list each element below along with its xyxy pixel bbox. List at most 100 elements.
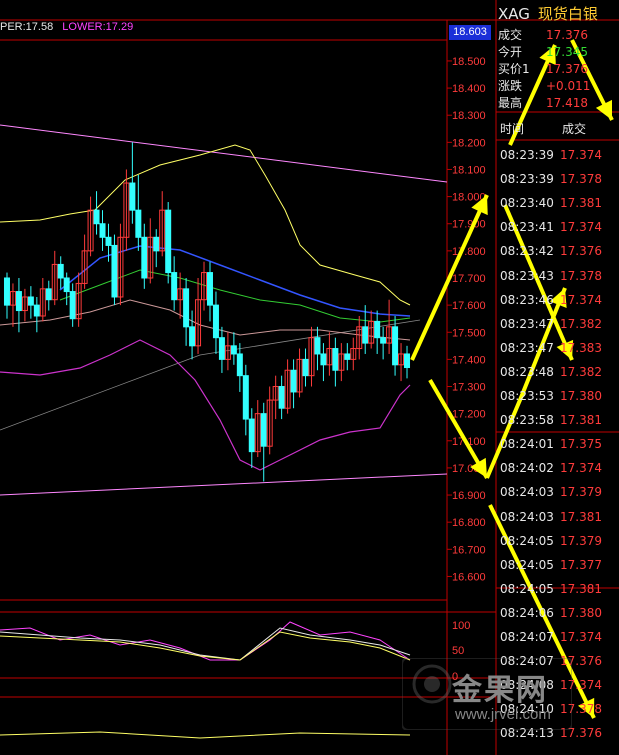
candle-body [111, 244, 118, 298]
tick-row: 08:23:53 17.380 [500, 389, 602, 403]
candle-body [45, 288, 52, 301]
y-tick-label: 17.500 [452, 327, 486, 339]
tick-price: 17.378 [560, 172, 602, 187]
tick-price: 17.376 [560, 244, 602, 259]
tick-price: 17.380 [560, 605, 602, 620]
candle-body [69, 291, 76, 320]
candle-body [332, 348, 339, 371]
candle-body [15, 291, 22, 312]
candle-body [380, 337, 387, 344]
tick-price: 17.380 [560, 389, 602, 403]
candle-body [33, 304, 40, 317]
trendline-upper [0, 124, 448, 183]
candle-body [129, 182, 136, 211]
candle-body [206, 272, 213, 306]
tick-price: 17.383 [560, 340, 602, 355]
tick-time: 08:24:05 [500, 533, 554, 548]
y-tick-label: 16.800 [452, 517, 486, 529]
candle-body [230, 345, 237, 355]
candle-body [135, 209, 142, 238]
y-tick-label: 18.100 [452, 164, 486, 176]
tick-price: 17.374 [560, 220, 602, 235]
candle-body [171, 272, 178, 301]
candle-body [153, 236, 160, 252]
candle-body [63, 277, 70, 293]
candle-body [362, 326, 369, 344]
tick-time: 08:24:03 [500, 509, 554, 524]
tick-time: 08:23:39 [500, 172, 554, 187]
candle-body [344, 353, 351, 360]
quote-value: 17.418 [546, 96, 588, 110]
tick-time: 08:24:02 [500, 461, 554, 476]
tick-price: 17.374 [560, 148, 602, 162]
volume-line [0, 731, 411, 739]
tick-price: 17.375 [560, 437, 602, 452]
quote-value: +0.011 [546, 79, 591, 93]
tick-time: 08:23:40 [500, 196, 554, 211]
tick-price: 17.377 [560, 557, 602, 572]
tick-row: 08:24:06 17.380 [500, 606, 602, 620]
tick-row: 08:23:46 17.374 [500, 293, 602, 307]
tick-row: 08:23:43 17.378 [500, 269, 602, 283]
tick-row: 08:24:01 17.375 [500, 437, 602, 451]
sub-axis-tick-label: 100 [452, 620, 470, 632]
tick-row: 08:24:07 17.374 [500, 630, 602, 644]
y-tick-label: 16.900 [452, 490, 486, 502]
candle-body [93, 209, 100, 225]
symbol-code: XAG [498, 5, 530, 23]
y-tick-label: 17.200 [452, 409, 486, 421]
indicator-header: PER:17.58 LOWER:17.29 [0, 21, 133, 33]
candle-body [302, 358, 309, 377]
tick-time: 08:24:05 [500, 557, 554, 572]
quote-value: 17.345 [546, 45, 588, 59]
candle-body [218, 337, 225, 360]
y-tick-label: 16.600 [452, 571, 486, 583]
column-header-deal: 成交 [562, 122, 587, 136]
y-tick-label: 18.300 [452, 110, 486, 122]
tick-time: 08:23:58 [500, 413, 554, 428]
tick-time: 08:23:48 [500, 364, 554, 379]
watermark-text: 金果网 [452, 674, 548, 707]
candle-body [3, 277, 10, 306]
tick-price: 17.374 [560, 292, 602, 307]
quote-panel: XAG 现货白银 成交 17.376 今开 17.345 买价1 17.376 涨跌 +0.01… [496, 0, 619, 755]
tick-row: 08:23:42 17.376 [500, 244, 602, 258]
quote-row: 买价1 17.376 [498, 60, 588, 77]
candle-body [57, 263, 64, 279]
tick-time: 08:23:46 [500, 292, 554, 307]
tick-row: 08:23:40 17.381 [500, 196, 602, 210]
tick-time: 08:24:06 [500, 605, 554, 620]
y-tick-label: 17.700 [452, 273, 486, 285]
tick-row: 08:24:05 17.381 [500, 582, 602, 596]
candle-body [320, 353, 327, 366]
tick-row: 08:24:03 17.381 [500, 510, 602, 524]
candle-body [314, 337, 321, 355]
candle-body [27, 296, 34, 306]
y-tick-label: 18.400 [452, 83, 486, 95]
tick-time: 08:24:03 [500, 485, 554, 500]
tick-row: 08:24:03 17.379 [500, 485, 602, 499]
candle-body [278, 386, 285, 409]
current-price-tag: 18.603 [449, 25, 491, 40]
tick-time: 08:23:39 [500, 148, 554, 162]
tick-row: 08:23:39 17.374 [500, 148, 602, 162]
candle-body [260, 413, 267, 447]
column-header-time: 时间 [500, 122, 525, 136]
tick-price: 17.381 [560, 196, 602, 211]
tick-time: 08:24:01 [500, 437, 554, 452]
candle-body [189, 326, 196, 347]
tick-row: 08:23:41 17.374 [500, 220, 602, 234]
quote-label: 成交 [498, 28, 523, 42]
quote-value: 17.376 [546, 62, 588, 76]
trendline-lower [0, 473, 448, 496]
candle-body [183, 288, 190, 328]
watermark-url: www.jrvel.com [455, 706, 551, 723]
tick-time: 08:23:43 [500, 268, 554, 283]
tick-row: 08:24:05 17.377 [500, 558, 602, 572]
quote-label: 最高 [498, 96, 523, 110]
candle-body [105, 236, 112, 246]
tick-price: 17.379 [560, 533, 602, 548]
tick-price: 17.382 [560, 364, 602, 379]
tick-time: 08:23:53 [500, 389, 554, 403]
tick-time: 08:23:41 [500, 220, 554, 235]
